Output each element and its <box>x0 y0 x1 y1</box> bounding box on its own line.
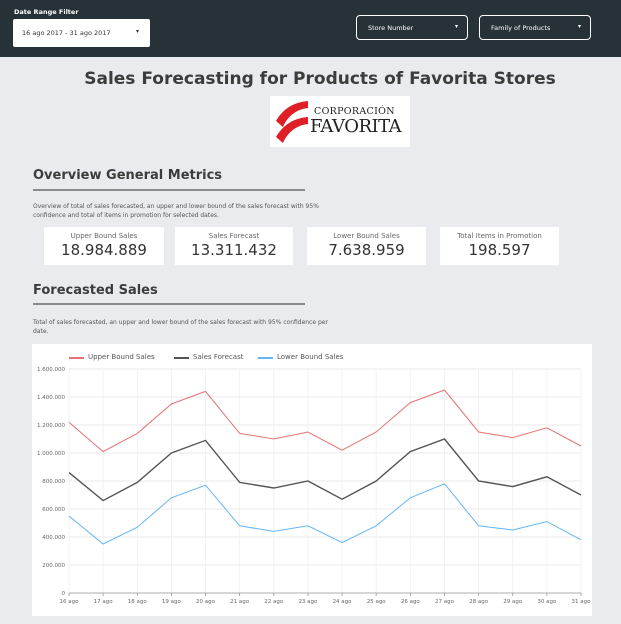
store-number-label: Store Number <box>368 24 414 32</box>
y-tick-label: 1.000.000 <box>37 451 65 457</box>
overview-section-divider <box>33 189 305 191</box>
corporacion-favorita-logo: CORPORACIÓN FAVORITA <box>270 96 410 147</box>
y-tick-label: 600.000 <box>42 507 65 513</box>
x-tick-label: 24 ago <box>333 599 353 605</box>
metric-label: Total Items in Promotion <box>457 232 542 240</box>
x-tick-label: 20 ago <box>196 599 216 605</box>
forecast-section-title: Forecasted Sales <box>33 283 158 298</box>
x-tick-label: 18 ago <box>128 599 148 605</box>
store-number-dropdown[interactable]: Store Number ▾ <box>356 15 468 40</box>
metric-value: 7.638.959 <box>328 241 405 259</box>
date-range-value: 16 ago 2017 - 31 ago 2017 <box>22 29 111 37</box>
x-tick-label: 19 ago <box>162 599 182 605</box>
metric-label: Sales Forecast <box>208 232 260 240</box>
series-line-lower-bound-sales <box>68 483 582 545</box>
y-tick-label: 400.000 <box>42 535 65 541</box>
metric-value: 18.984.889 <box>61 241 147 259</box>
x-tick-label: 26 ago <box>401 599 421 605</box>
y-tick-label: 0 <box>62 591 66 597</box>
x-tick-label: 30 ago <box>537 599 557 605</box>
chevron-down-icon: ▾ <box>454 23 458 30</box>
metric-lower-bound: Lower Bound Sales 7.638.959 <box>307 227 426 265</box>
x-tick-label: 23 ago <box>298 599 318 605</box>
x-tick-label: 16 ago <box>60 599 80 605</box>
overview-section-title: Overview General Metrics <box>33 168 223 183</box>
filter-bar: Date Range Filter 16 ago 2017 - 31 ago 2… <box>0 0 621 57</box>
x-tick-label: 25 ago <box>367 599 387 605</box>
metric-label: Upper Bound Sales <box>70 232 138 240</box>
x-tick-label: 28 ago <box>469 599 489 605</box>
series-line-upper-bound-sales <box>68 389 582 453</box>
series-line-sales-forecast <box>68 438 582 502</box>
date-range-picker[interactable]: 16 ago 2017 - 31 ago 2017 ▾ <box>13 19 150 47</box>
y-tick-label: 800.000 <box>42 479 65 485</box>
family-of-products-label: Family of Products <box>491 24 551 32</box>
metric-items-in-promotion: Total Items in Promotion 198.597 <box>440 227 559 265</box>
logo-text-main: FAVORITA <box>310 116 402 137</box>
metric-value: 13.311.432 <box>191 241 277 259</box>
overview-description: Overview of total of sales forecasted, a… <box>33 203 319 219</box>
y-tick-label: 1.600.000 <box>37 367 65 373</box>
x-tick-label: 27 ago <box>435 599 455 605</box>
x-tick-label: 21 ago <box>230 599 250 605</box>
page-title: Sales Forecasting for Products of Favori… <box>84 69 556 89</box>
y-tick-label: 200.000 <box>42 563 65 569</box>
date-range-filter-title: Date Range Filter <box>14 8 79 16</box>
line-chart-plot: 0 200.000 400.000 600.000 800.000 1.000.000 1.… <box>37 367 592 605</box>
x-tick-label: 31 ago <box>572 599 592 605</box>
forecast-section-divider <box>33 303 305 305</box>
y-tick-label: 1.200.000 <box>37 423 65 429</box>
metric-sales-forecast: Sales Forecast 13.311.432 <box>175 227 293 265</box>
x-tick-label: 29 ago <box>503 599 523 605</box>
logo-mark-icon <box>276 101 308 143</box>
x-tick-label: 22 ago <box>264 599 284 605</box>
metric-value: 198.597 <box>468 241 531 259</box>
chevron-down-icon: ▾ <box>577 23 581 30</box>
forecast-description: Total of sales forecasted, an upper and … <box>33 319 328 335</box>
forecasted-sales-chart: Upper Bound Sales Sales Forecast Lower B… <box>32 344 592 616</box>
family-of-products-dropdown[interactable]: Family of Products ▾ <box>479 15 591 40</box>
chevron-down-icon: ▾ <box>135 28 139 35</box>
x-tick-label: 17 ago <box>94 599 114 605</box>
metric-upper-bound: Upper Bound Sales 18.984.889 <box>44 227 164 265</box>
metric-label: Lower Bound Sales <box>333 232 400 240</box>
y-tick-label: 1.400.000 <box>37 395 65 401</box>
